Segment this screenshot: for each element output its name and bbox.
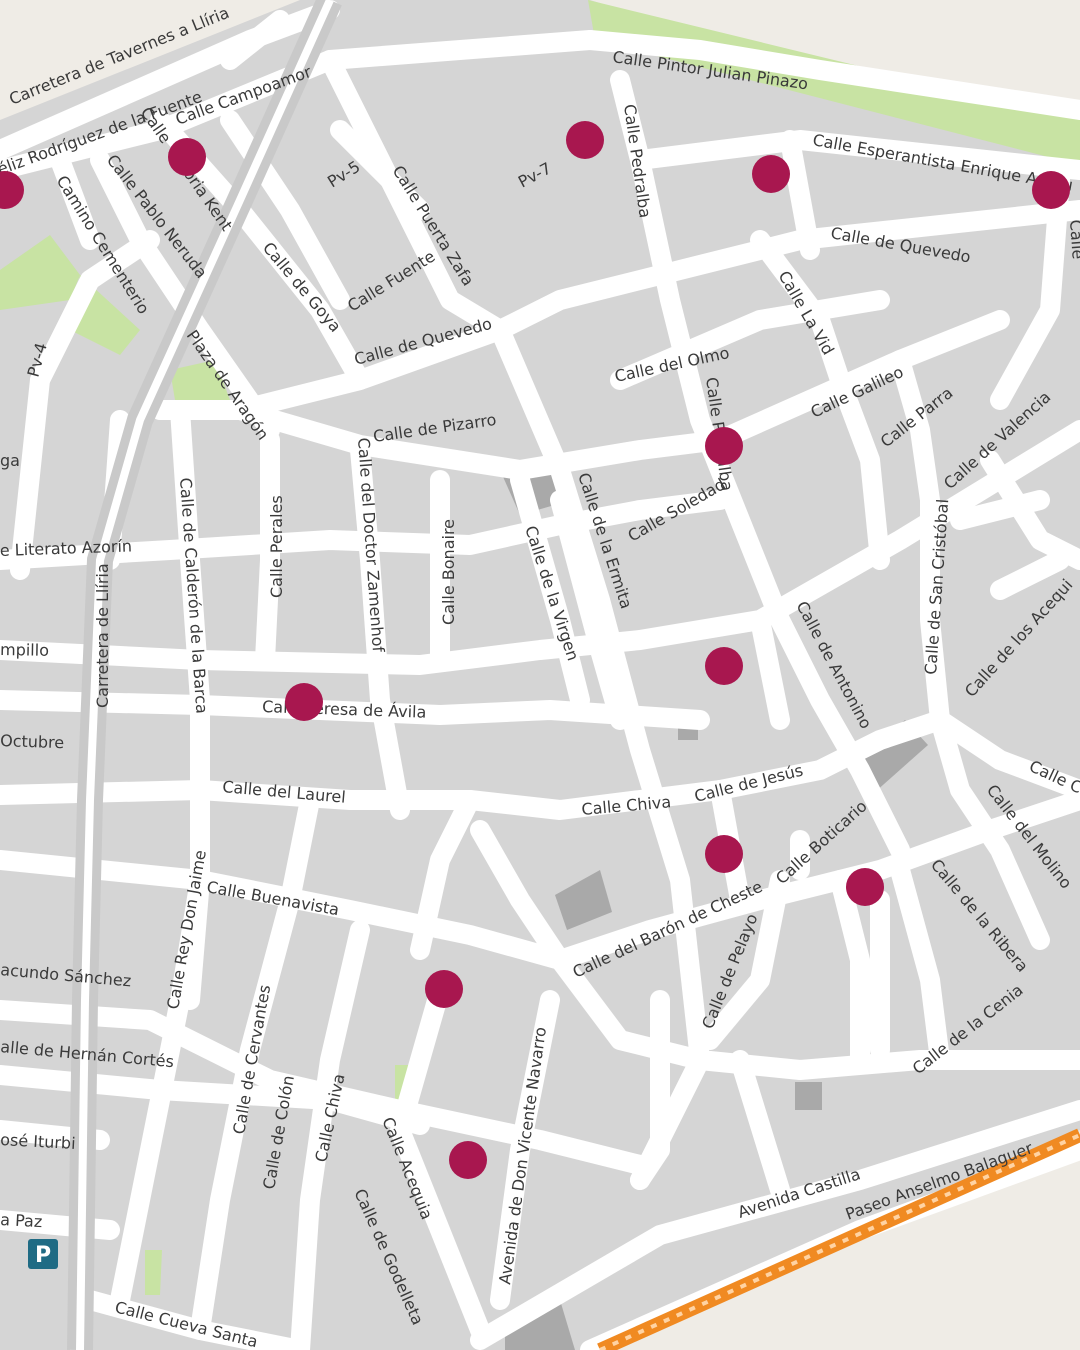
street-label: osé Iturbi (0, 1130, 76, 1153)
parking-icon: P (28, 1239, 58, 1269)
location-marker[interactable] (1032, 171, 1070, 209)
location-marker[interactable] (752, 155, 790, 193)
location-marker[interactable] (449, 1141, 487, 1179)
location-marker[interactable] (705, 835, 743, 873)
location-marker[interactable] (846, 868, 884, 906)
street-label: Calle Bonaire (439, 519, 458, 625)
location-marker[interactable] (705, 427, 743, 465)
location-marker[interactable] (566, 121, 604, 159)
street-map[interactable]: Carretera de Tavernes a Llíria Calle Cam… (0, 0, 1080, 1350)
location-marker[interactable] (705, 647, 743, 685)
location-marker[interactable] (285, 683, 323, 721)
svg-text:P: P (35, 1243, 51, 1268)
street-label: ga (0, 451, 20, 470)
street-label: mpillo (0, 640, 49, 660)
street-label: Carretera de Llíria (93, 563, 112, 708)
street-label: a Paz (0, 1210, 43, 1231)
street-label: Calle Perales (267, 495, 286, 598)
location-marker[interactable] (168, 138, 206, 176)
location-marker[interactable] (425, 970, 463, 1008)
street-label: Octubre (0, 731, 65, 752)
